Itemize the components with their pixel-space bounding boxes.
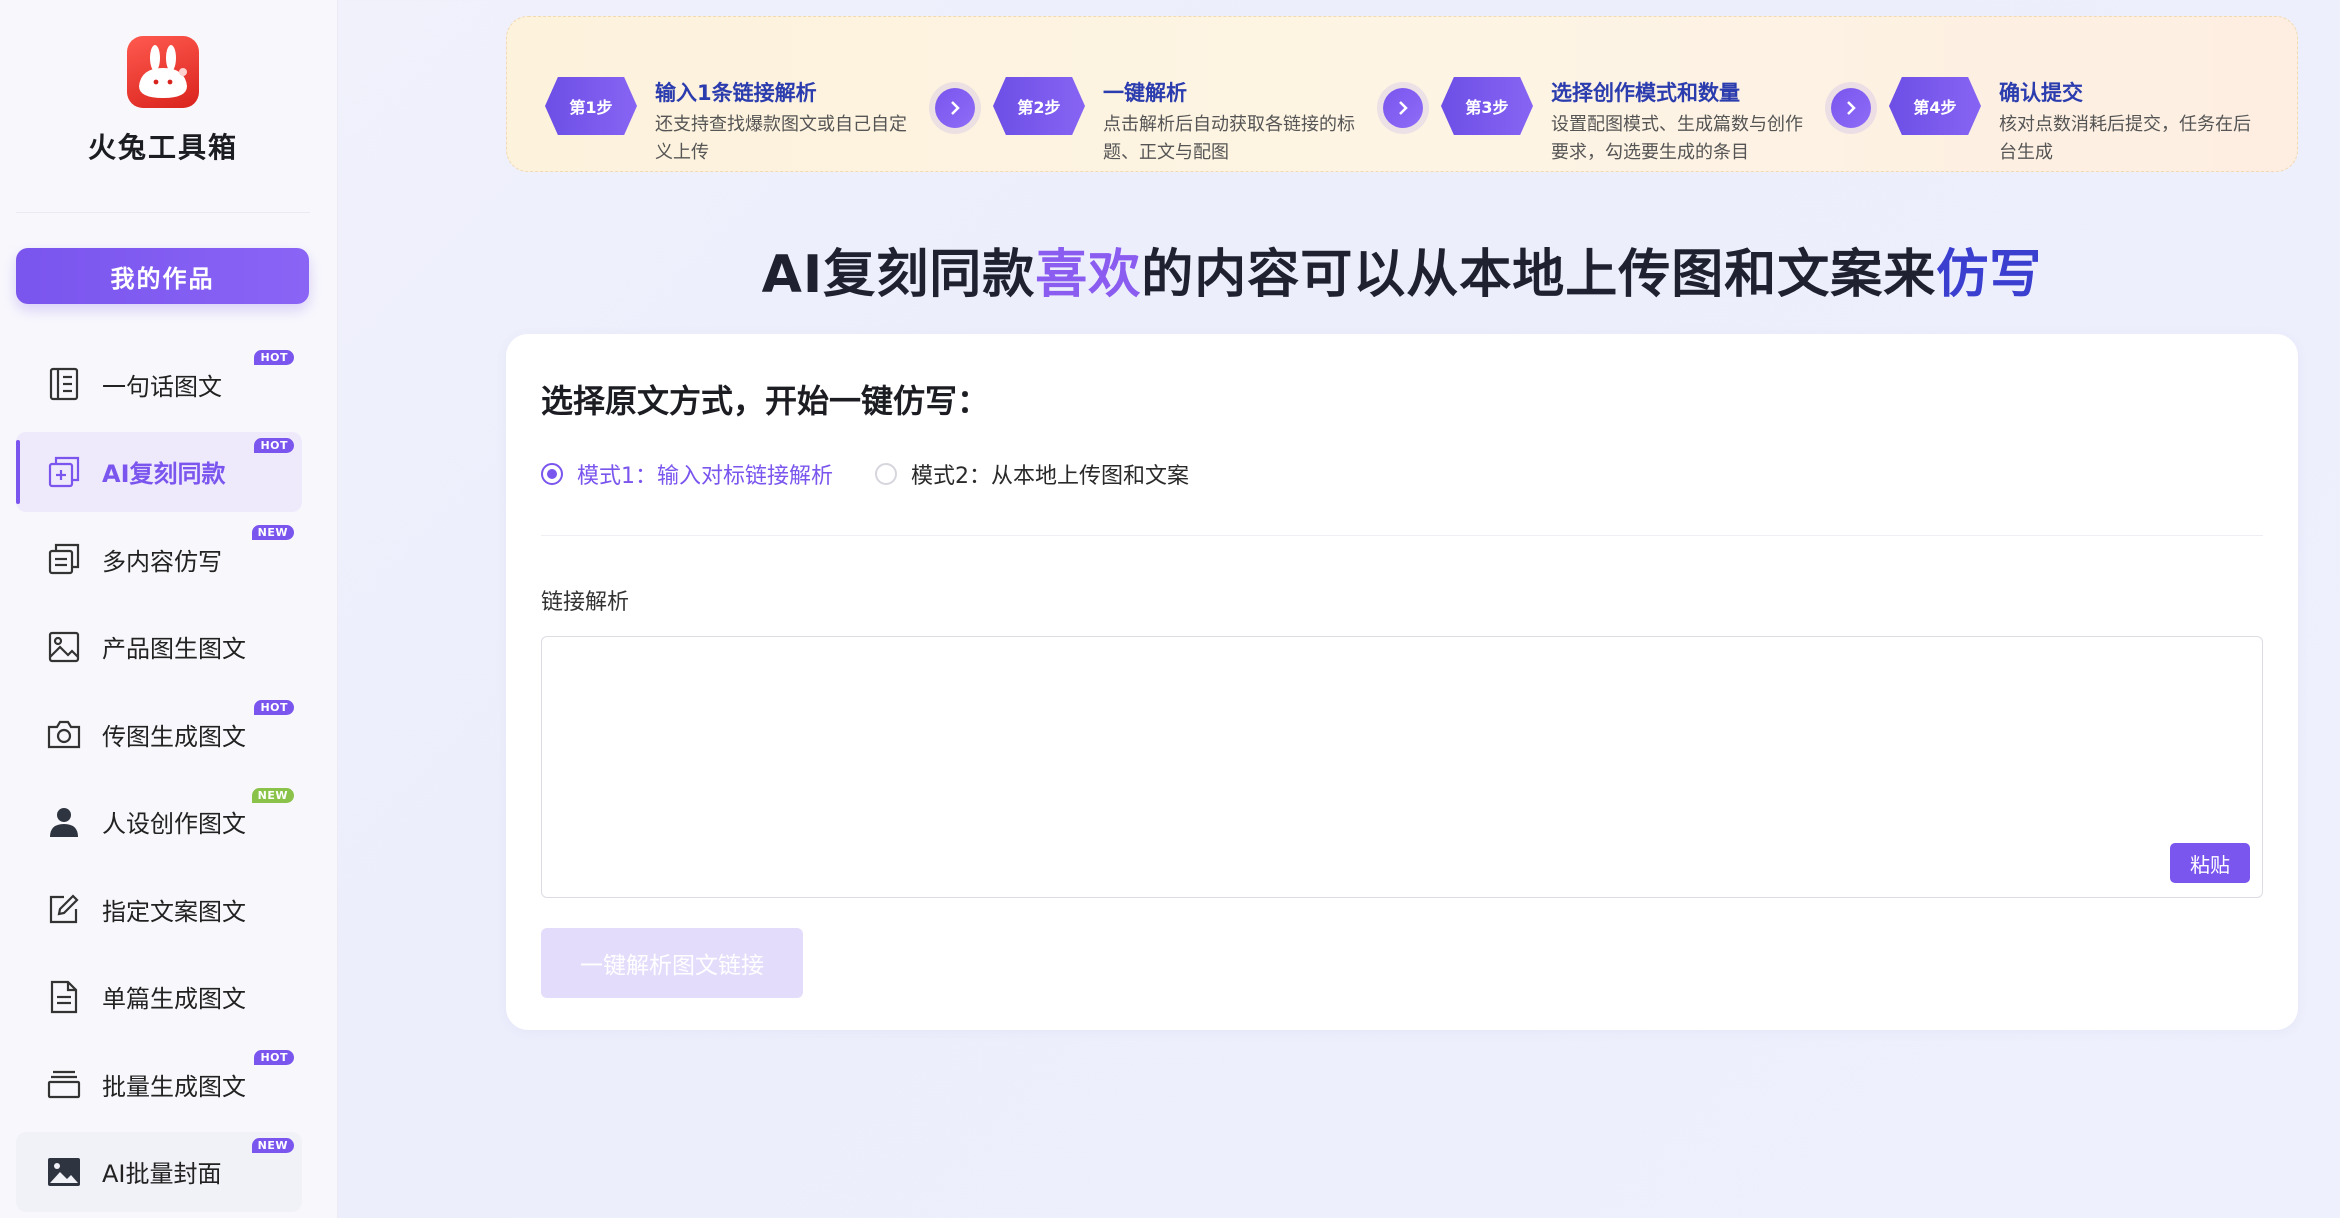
steps-banner: 第1步 输入1条链接解析 还支持查找爆款图文或自己自定义上传 第2步 一键解析 … [506, 16, 2298, 172]
step-tag: 第2步 [993, 77, 1085, 135]
step-title: 输入1条链接解析 [655, 81, 817, 105]
sidebar-divider [16, 212, 310, 213]
step-2: 第2步 一键解析 点击解析后自动获取各链接的标题、正文与配图 [955, 47, 1375, 163]
sidebar-item-batch-generate[interactable]: 批量生成图文 HOT [16, 1044, 302, 1124]
mode-1-radio[interactable] [541, 463, 563, 485]
sidebar-item-single-article[interactable]: 单篇生成图文 [16, 957, 302, 1037]
sidebar-nav: 一句话图文 HOT AI复刻同款 HOT 多内容仿写 NEW 产品图生图文 传图… [16, 344, 302, 1218]
sidebar-item-one-sentence[interactable]: 一句话图文 HOT [16, 344, 302, 424]
headline-highlight-1: 喜欢 [1035, 245, 1142, 305]
page-headline: AI复刻同款喜欢的内容可以从本地上传图和文案来仿写 [506, 232, 2298, 307]
sidebar-item-label: AI批量封面 [102, 1160, 222, 1188]
step-4: 第4步 确认提交 核对点数消耗后提交，任务在后台生成 [1851, 47, 2291, 163]
sidebar-item-label: 多内容仿写 [102, 547, 222, 576]
step-desc: 还支持查找爆款图文或自己自定义上传 [655, 114, 907, 163]
step-title: 一键解析 [1103, 81, 1187, 105]
headline-highlight-2: 仿写 [1936, 245, 2043, 305]
sidebar-item-multi-rewrite[interactable]: 多内容仿写 NEW [16, 519, 302, 599]
sidebar-item-label: 人设创作图文 [102, 810, 246, 838]
sidebar-item-label: 指定文案图文 [102, 897, 246, 926]
mode-2-option[interactable]: 模式2：从本地上传图和文案 [875, 458, 1189, 490]
hot-badge: HOT [254, 350, 294, 365]
mode-1-option[interactable]: 模式1：输入对标链接解析 [541, 458, 833, 490]
sidebar-item-label: 产品图生图文 [102, 635, 246, 663]
sidebar-item-product-image[interactable]: 产品图生图文 [16, 607, 302, 687]
camera-icon [46, 716, 82, 752]
sidebar-item-persona[interactable]: 人设创作图文 NEW [16, 782, 302, 862]
headline-part1: AI复刻同款 [761, 245, 1036, 305]
image-icon [46, 629, 82, 665]
sidebar-item-ai-batch-cover[interactable]: AI批量封面 NEW [16, 1131, 302, 1212]
brand-name: 火兔工具箱 [87, 131, 238, 164]
copy-add-icon [46, 454, 82, 490]
hot-badge: HOT [254, 1050, 294, 1065]
card-title: 选择原文方式，开始一键仿写： [541, 382, 990, 420]
link-input-wrapper: 粘贴 [541, 636, 2263, 898]
rabbit-logo-icon[interactable] [127, 36, 199, 108]
new-badge: NEW [251, 525, 294, 540]
sidebar-item-label: AI复刻同款 [102, 460, 226, 488]
brand: 火兔工具箱 [0, 36, 326, 166]
layers-icon [46, 1066, 82, 1102]
card-divider [541, 535, 2263, 536]
sidebar-item-ai-replicate[interactable]: AI复刻同款 HOT [16, 431, 302, 512]
mode-label: 模式2：从本地上传图和文案 [911, 464, 1189, 489]
edit-icon [46, 891, 82, 927]
rewrite-card: 选择原文方式，开始一键仿写： 模式1：输入对标链接解析 模式2：从本地上传图和文… [506, 334, 2298, 1030]
link-parse-label: 链接解析 [541, 590, 630, 615]
document-list-icon [46, 366, 82, 402]
mode-2-radio[interactable] [875, 463, 897, 485]
step-title: 选择创作模式和数量 [1551, 81, 1740, 105]
hot-badge: HOT [254, 700, 294, 715]
step-desc: 核对点数消耗后提交，任务在后台生成 [1999, 114, 2251, 163]
sidebar-item-label: 单篇生成图文 [102, 985, 246, 1013]
parse-link-button[interactable]: 一键解析图文链接 [541, 928, 803, 998]
stacked-docs-icon [46, 541, 82, 577]
step-desc: 设置配图模式、生成篇数与创作要求，勾选要生成的条目 [1551, 114, 1803, 163]
my-works-button[interactable]: 我的作品 [16, 248, 309, 304]
sidebar-item-label: 批量生成图文 [102, 1072, 246, 1101]
mode-label: 模式1：输入对标链接解析 [577, 464, 833, 489]
step-desc: 点击解析后自动获取各链接的标题、正文与配图 [1103, 114, 1355, 163]
step-tag: 第1步 [545, 77, 637, 135]
link-input[interactable] [542, 637, 2262, 897]
sidebar-item-label: 传图生成图文 [102, 722, 246, 751]
mode-radio-group: 模式1：输入对标链接解析 模式2：从本地上传图和文案 [541, 458, 1231, 490]
new-badge: NEW [251, 1137, 294, 1153]
sidebar-item-upload-image[interactable]: 传图生成图文 HOT [16, 694, 302, 774]
sidebar-item-label: 一句话图文 [102, 372, 222, 401]
headline-part2: 的内容可以从本地上传图和文案来 [1141, 245, 1937, 305]
step-tag: 第3步 [1441, 77, 1533, 135]
step-1: 第1步 输入1条链接解析 还支持查找爆款图文或自己自定义上传 [507, 47, 927, 163]
file-text-icon [46, 979, 82, 1015]
user-icon [46, 804, 82, 840]
sidebar-item-specified-copy[interactable]: 指定文案图文 [16, 869, 302, 949]
paste-button[interactable]: 粘贴 [2170, 843, 2250, 883]
picture-icon [46, 1154, 82, 1190]
step-title: 确认提交 [1999, 81, 2083, 105]
new-badge: NEW [251, 787, 294, 803]
sidebar: 火兔工具箱 我的作品 一句话图文 HOT AI复刻同款 HOT 多内容仿写 NE… [0, 0, 338, 1218]
step-3: 第3步 选择创作模式和数量 设置配图模式、生成篇数与创作要求，勾选要生成的条目 [1403, 47, 1823, 163]
hot-badge: HOT [254, 437, 294, 453]
step-tag: 第4步 [1889, 77, 1981, 135]
